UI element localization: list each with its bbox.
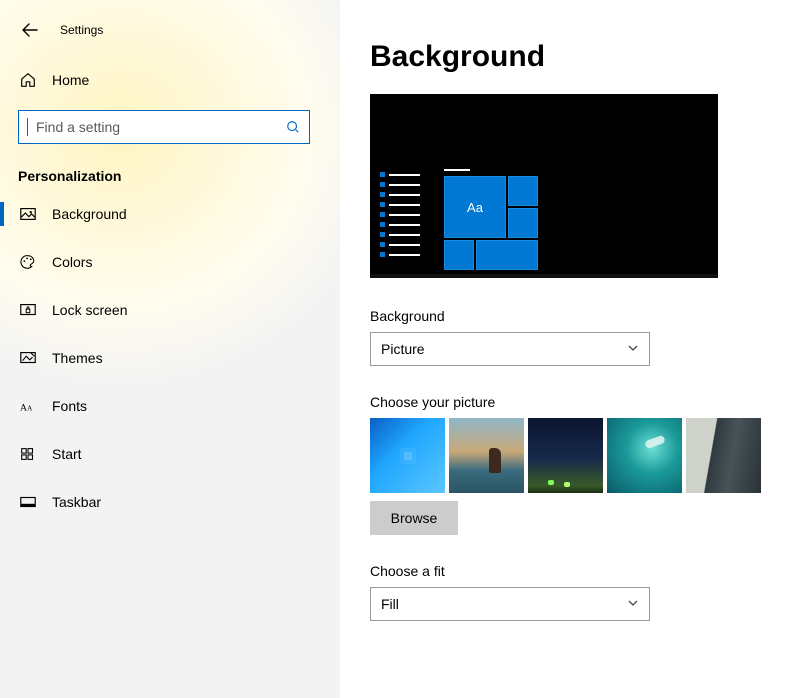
chevron-down-icon [627,596,639,612]
sidebar-item-label: Home [52,72,89,88]
preview-tile-sample-text: Aa [444,176,506,238]
sidebar-item-label: Background [52,206,127,222]
sidebar-item-label: Taskbar [52,494,101,510]
search-input[interactable] [28,119,277,135]
wallpaper-thumbnail[interactable] [528,418,603,493]
search-icon [277,111,309,143]
preview-start-header [444,169,470,171]
background-label: Background [370,308,786,324]
home-icon [18,70,38,90]
main-content: Background Aa Background Picture [340,0,806,698]
fonts-icon: AA [18,396,38,416]
taskbar-icon [18,492,38,512]
wallpaper-thumbnail[interactable] [370,418,445,493]
picture-thumbnails [370,418,786,493]
lock-screen-icon [18,300,38,320]
dropdown-value: Fill [381,596,399,612]
themes-icon [18,348,38,368]
sidebar: Settings Home Personalization Background… [0,0,340,698]
sidebar-item-colors[interactable]: Colors [0,238,340,286]
sidebar-item-background[interactable]: Background [0,190,340,238]
arrow-left-icon [22,22,38,38]
preview-tile [508,176,538,206]
wallpaper-thumbnail[interactable] [449,418,524,493]
preview-app-list [380,172,420,262]
picture-icon [18,204,38,224]
sidebar-item-label: Lock screen [52,302,127,318]
sidebar-item-fonts[interactable]: AA Fonts [0,382,340,430]
wallpaper-thumbnail[interactable] [686,418,761,493]
sidebar-item-home[interactable]: Home [0,60,340,100]
dropdown-value: Picture [381,341,425,357]
sidebar-item-start[interactable]: Start [0,430,340,478]
page-title: Background [370,40,786,74]
app-title: Settings [60,23,103,37]
choose-picture-label: Choose your picture [370,394,786,410]
background-dropdown[interactable]: Picture [370,332,650,366]
chevron-down-icon [627,341,639,357]
browse-button[interactable]: Browse [370,501,458,535]
choose-fit-label: Choose a fit [370,563,786,579]
sidebar-item-label: Start [52,446,82,462]
button-label: Browse [391,510,438,526]
search-box[interactable] [18,110,310,144]
desktop-preview: Aa [370,94,718,278]
sidebar-item-label: Colors [52,254,92,270]
preview-tile [508,208,538,238]
palette-icon [18,252,38,272]
wallpaper-thumbnail[interactable] [607,418,682,493]
back-button[interactable] [18,18,42,42]
preview-tiles: Aa [444,176,538,270]
sidebar-item-label: Themes [52,350,103,366]
preview-taskbar [370,274,718,278]
preview-tile [476,240,538,270]
start-icon [18,444,38,464]
sidebar-item-lock-screen[interactable]: Lock screen [0,286,340,334]
sidebar-item-taskbar[interactable]: Taskbar [0,478,340,526]
sidebar-item-label: Fonts [52,398,87,414]
sidebar-category-title: Personalization [0,144,340,190]
sidebar-item-themes[interactable]: Themes [0,334,340,382]
svg-text:A: A [27,405,33,413]
preview-tile [444,240,474,270]
title-bar: Settings [0,10,340,50]
fit-dropdown[interactable]: Fill [370,587,650,621]
